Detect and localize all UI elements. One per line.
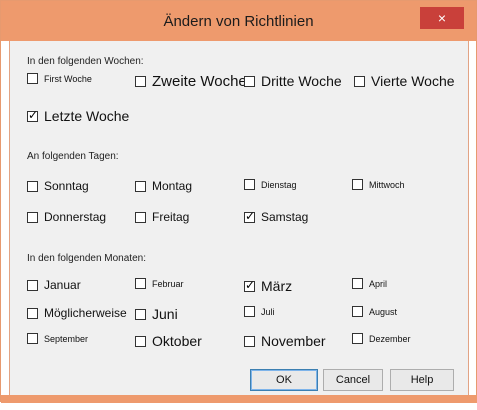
checkbox-week-2[interactable]: Zweite Woche	[135, 73, 247, 90]
checkbox-box[interactable]	[352, 278, 363, 289]
checkbox-week-1[interactable]: First Woche	[27, 73, 92, 84]
checkbox-label: Mittwoch	[369, 179, 405, 190]
close-icon: ×	[437, 10, 447, 26]
checkbox-box[interactable]	[354, 75, 365, 87]
checkbox-month-august[interactable]: August	[352, 306, 397, 317]
checkbox-month-september[interactable]: September	[27, 333, 88, 344]
checkbox-label: August	[369, 306, 398, 317]
checkbox-label: Oktober	[152, 333, 202, 349]
checkbox-day-dienstag[interactable]: Dienstag	[244, 179, 297, 190]
checkbox-label: Juli	[261, 306, 275, 317]
checkbox-label: September	[44, 333, 89, 344]
checkbox-box[interactable]	[244, 75, 255, 87]
window-bottom-border	[1, 395, 477, 403]
dialog-window: Ändern von Richtlinien × In den folgende…	[0, 0, 477, 403]
checkbox-week-3[interactable]: Dritte Woche	[244, 73, 342, 89]
days-section-label: An folgenden Tagen:	[27, 151, 119, 162]
ok-button[interactable]: OK	[250, 369, 318, 391]
dialog-title: Ändern von Richtlinien	[163, 13, 314, 30]
checkbox-week-4[interactable]: Vierte Woche	[354, 73, 455, 89]
checkbox-box[interactable]	[135, 180, 146, 192]
checkbox-label: Juni	[152, 306, 178, 322]
checkbox-label: Zweite Woche	[152, 73, 247, 90]
close-button[interactable]: ×	[420, 7, 464, 29]
checkbox-month-februar[interactable]: Februar	[135, 278, 184, 289]
checkbox-label: Vierte Woche	[371, 73, 455, 89]
checkbox-day-sonntag[interactable]: Sonntag	[27, 179, 89, 193]
checkbox-box[interactable]	[352, 333, 363, 344]
cancel-button[interactable]: Cancel	[323, 369, 383, 391]
checkbox-week-5[interactable]: Letzte Woche	[27, 108, 129, 124]
checkbox-label: Dienstag	[261, 179, 297, 190]
checkbox-box[interactable]	[135, 308, 146, 320]
checkbox-day-donnerstag[interactable]: Donnerstag	[27, 210, 106, 224]
checkbox-label: Möglicherweise	[44, 306, 127, 320]
checkbox-box[interactable]	[27, 333, 38, 344]
checkbox-box[interactable]	[27, 307, 38, 319]
checkbox-day-montag[interactable]: Montag	[135, 179, 192, 193]
checkbox-label: Dritte Woche	[261, 73, 342, 89]
checkbox-month-juli[interactable]: Juli	[244, 306, 275, 317]
checkbox-box[interactable]	[244, 209, 255, 223]
checkbox-box[interactable]	[244, 179, 255, 190]
dialog-body: In den folgenden Wochen: First Woche Zwe…	[9, 41, 469, 395]
checkbox-day-samstag[interactable]: Samstag	[244, 209, 309, 224]
weeks-section-label: In den folgenden Wochen:	[27, 56, 144, 67]
title-bar[interactable]: Ändern von Richtlinien ×	[1, 1, 476, 41]
checkbox-label: Januar	[44, 278, 81, 292]
checkbox-label: Samstag	[261, 210, 309, 224]
checkbox-month-mai[interactable]: Möglicherweise	[27, 306, 127, 320]
months-section-label: In den folgenden Monaten:	[27, 253, 146, 264]
checkbox-month-november[interactable]: November	[244, 333, 326, 349]
checkbox-box[interactable]	[135, 76, 146, 87]
checkbox-label: Montag	[152, 179, 193, 193]
checkbox-label: März	[261, 278, 293, 294]
checkbox-box[interactable]	[352, 306, 363, 317]
checkbox-box[interactable]	[135, 335, 146, 347]
checkbox-label: April	[369, 278, 388, 289]
checkbox-label: Letzte Woche	[44, 108, 130, 124]
checkbox-month-juni[interactable]: Juni	[135, 306, 178, 322]
checkbox-label: First Woche	[44, 73, 92, 84]
checkbox-box[interactable]	[27, 211, 38, 223]
checkbox-month-april[interactable]: April	[352, 278, 387, 289]
checkbox-month-maerz[interactable]: März	[244, 278, 292, 294]
checkbox-label: Februar	[152, 278, 184, 289]
checkbox-day-freitag[interactable]: Freitag	[135, 210, 189, 224]
checkbox-label: Dezember	[369, 333, 411, 344]
checkbox-box[interactable]	[244, 335, 255, 347]
checkbox-label: Donnerstag	[44, 210, 107, 224]
checkbox-month-dezember[interactable]: Dezember	[352, 333, 411, 344]
checkbox-label: Sonntag	[44, 179, 89, 193]
checkbox-box[interactable]	[135, 278, 146, 289]
checkbox-label: November	[261, 333, 326, 349]
checkbox-box[interactable]	[244, 278, 255, 292]
checkbox-box[interactable]	[135, 211, 146, 223]
checkbox-box[interactable]	[352, 179, 363, 190]
checkbox-box[interactable]	[27, 108, 38, 122]
checkbox-box[interactable]	[27, 279, 38, 291]
help-button[interactable]: Help	[390, 369, 454, 391]
checkbox-day-mittwoch[interactable]: Mittwoch	[352, 179, 405, 190]
checkbox-box[interactable]	[27, 180, 38, 192]
checkbox-box[interactable]	[244, 306, 255, 317]
checkbox-box[interactable]	[27, 73, 38, 84]
checkbox-label: Freitag	[152, 210, 190, 224]
checkbox-month-oktober[interactable]: Oktober	[135, 333, 202, 349]
checkbox-month-januar[interactable]: Januar	[27, 278, 81, 292]
